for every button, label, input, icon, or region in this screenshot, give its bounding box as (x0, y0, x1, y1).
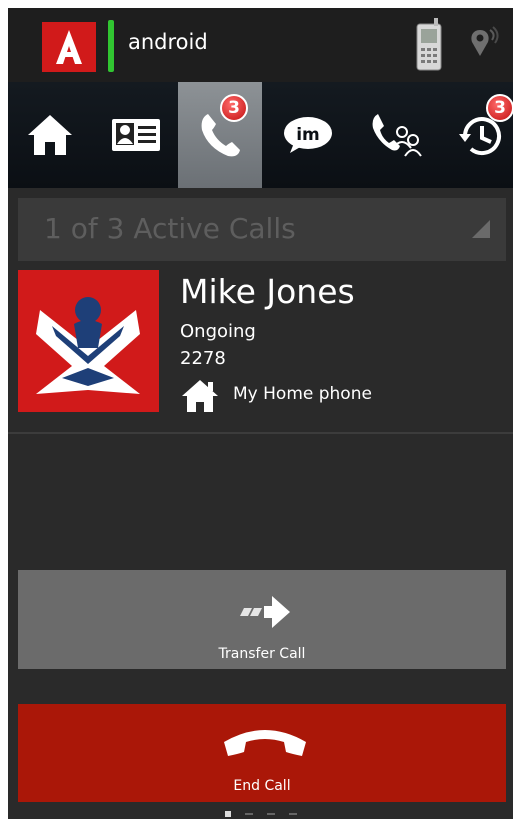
active-calls-dropdown[interactable]: 1 of 3 Active Calls (18, 198, 506, 261)
tab-history[interactable]: 3 (440, 82, 513, 188)
home-phone-icon (180, 378, 220, 418)
phone-type-label: My Home phone (233, 384, 372, 404)
history-count-badge: 3 (486, 94, 513, 122)
calls-count-badge: 3 (220, 94, 248, 122)
tab-home[interactable] (8, 82, 92, 188)
dropdown-arrow-icon (472, 220, 490, 238)
end-call-label: End Call (233, 778, 291, 794)
mobile-phone-icon[interactable] (414, 18, 444, 76)
transfer-call-button[interactable]: Transfer Call (18, 570, 506, 669)
contact-number: 2278 (180, 348, 226, 369)
main-tab-bar: 3 im 3 (8, 82, 513, 188)
presence-indicator (108, 20, 114, 72)
tab-contacts[interactable] (94, 82, 178, 188)
im-chat-bubble-icon: im (284, 117, 332, 153)
call-status: Ongoing (180, 321, 256, 342)
page-dot (288, 812, 297, 815)
tab-im[interactable]: im (266, 82, 350, 188)
page-indicator (8, 808, 513, 819)
transfer-call-label: Transfer Call (218, 646, 306, 662)
end-call-button[interactable]: End Call (18, 704, 506, 802)
conference-call-icon (372, 114, 422, 157)
transfer-arrow-icon (240, 596, 290, 628)
hang-up-handset-icon (224, 730, 306, 756)
tab-conference[interactable] (354, 82, 438, 188)
home-icon (28, 115, 72, 155)
contact-card-icon (112, 119, 160, 151)
page-dot (266, 812, 275, 815)
page-dot-active (224, 810, 231, 817)
location-signal-icon[interactable] (470, 26, 502, 70)
im-icon-text: im (296, 125, 320, 145)
username-label: android (128, 30, 208, 54)
phone-screen: android 3 im 3 1 of 3 Active Calls Mike … (8, 8, 513, 819)
status-bar: android (8, 8, 513, 82)
contact-avatar (18, 270, 159, 412)
divider (8, 432, 513, 434)
contact-name: Mike Jones (180, 272, 355, 311)
tab-calls[interactable]: 3 (178, 82, 262, 188)
active-calls-label: 1 of 3 Active Calls (44, 212, 296, 245)
page-dot (244, 812, 253, 815)
app-logo-icon (42, 22, 96, 72)
